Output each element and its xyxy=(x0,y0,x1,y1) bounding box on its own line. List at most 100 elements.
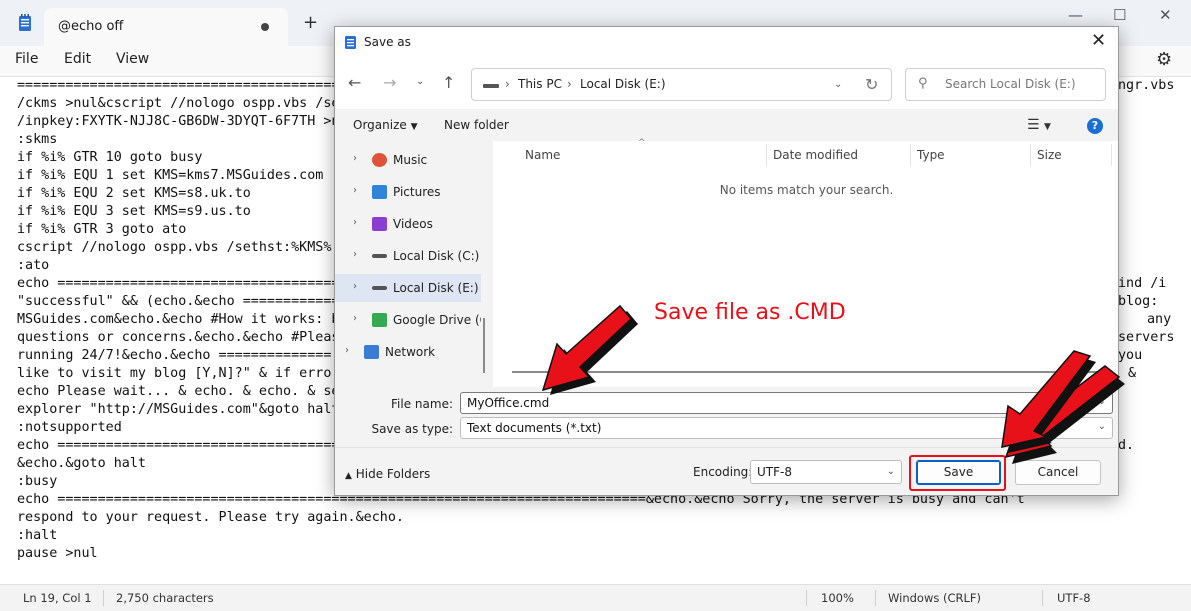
save-as-type-value: Text documents (*.txt) xyxy=(467,421,602,435)
unsaved-dot-icon[interactable] xyxy=(261,23,269,31)
nav-item[interactable]: › Google Drive (C xyxy=(335,306,481,334)
file-name-input[interactable]: MyOffice.cmd ⌄ xyxy=(460,392,1113,414)
status-encoding: UTF-8 xyxy=(1057,591,1091,605)
encoding-select[interactable]: UTF-8 ⌄ xyxy=(750,460,902,484)
dialog-close-icon[interactable]: ✕ xyxy=(1091,30,1106,51)
empty-folder-message: No items match your search. xyxy=(719,183,894,197)
back-arrow-icon[interactable]: ← xyxy=(348,73,361,92)
breadcrumb-this-pc[interactable]: This PC xyxy=(518,77,562,91)
close-window-icon[interactable]: ✕ xyxy=(1159,6,1172,24)
column-size[interactable]: Size xyxy=(1037,148,1062,162)
status-zoom: 100% xyxy=(821,591,854,605)
notepad-dialog-icon xyxy=(345,36,356,49)
chevron-right-icon[interactable]: › xyxy=(353,281,357,292)
breadcrumb-local-disk-e[interactable]: Local Disk (E:) xyxy=(580,77,666,91)
minimize-icon[interactable]: — xyxy=(1068,6,1083,24)
column-date-modified[interactable]: Date modified xyxy=(773,148,858,162)
drive-icon xyxy=(483,84,499,88)
maximize-icon[interactable]: ☐ xyxy=(1113,6,1126,24)
recent-locations-chevron-icon[interactable]: ⌄ xyxy=(416,76,424,87)
chevron-right-icon[interactable]: › xyxy=(353,185,357,196)
view-options-icon[interactable]: ☰ ▼ xyxy=(1027,117,1051,133)
organize-button[interactable]: Organize ▼ xyxy=(353,118,418,132)
chevron-right-icon[interactable]: › xyxy=(353,153,357,164)
dialog-navbar: ← → ⌄ ↑ › This PC › Local Disk (E:) ⌄ ↻ … xyxy=(335,57,1118,109)
encoding-value: UTF-8 xyxy=(757,465,792,479)
editor-line-fragment: any xyxy=(1147,312,1172,327)
nav-item[interactable]: › Videos xyxy=(335,210,481,238)
status-bar: Ln 19, Col 1 2,750 characters 100% Windo… xyxy=(0,584,1191,611)
search-box[interactable]: ⚲ Search Local Disk (E:) xyxy=(905,68,1106,101)
file-name-label: File name: xyxy=(391,397,453,411)
new-tab-plus-icon[interactable]: + xyxy=(303,14,318,32)
nav-item-label: Local Disk (C:) xyxy=(393,249,480,263)
forward-arrow-icon[interactable]: → xyxy=(383,73,396,92)
editor-line: pause >nul xyxy=(17,546,98,561)
save-as-type-label: Save as type: xyxy=(371,422,453,436)
save-as-dialog: Save as ✕ ← → ⌄ ↑ › This PC › Local Disk… xyxy=(334,26,1119,496)
status-divider xyxy=(103,590,104,606)
chevron-down-icon[interactable]: ⌄ xyxy=(1098,396,1106,407)
nav-item-label: Google Drive (C xyxy=(393,313,481,327)
save-as-type-select[interactable]: Text documents (*.txt) ⌄ xyxy=(460,417,1113,439)
menu-view[interactable]: View xyxy=(116,51,149,67)
help-icon[interactable]: ? xyxy=(1087,118,1103,134)
new-folder-button[interactable]: New folder xyxy=(444,118,509,132)
nav-item[interactable]: › Music xyxy=(335,146,481,174)
editor-line: /ckms >nul&cscript //nologo ospp.vbs /se xyxy=(17,96,340,111)
column-divider[interactable] xyxy=(910,144,911,166)
address-bar[interactable]: › This PC › Local Disk (E:) ⌄ ↻ xyxy=(471,68,892,101)
notepad-tab[interactable]: @echo off xyxy=(44,8,288,46)
chevron-right-icon[interactable]: › xyxy=(353,249,357,260)
status-line-ending: Windows (CRLF) xyxy=(888,591,982,605)
status-char-count: 2,750 characters xyxy=(116,591,214,605)
menu-file[interactable]: File xyxy=(15,51,38,67)
nav-item[interactable]: › Local Disk (E:) xyxy=(335,274,481,302)
editor-line-fragment: ind /i xyxy=(1118,276,1167,291)
status-divider xyxy=(1042,590,1043,606)
nav-item[interactable]: › Network xyxy=(335,338,481,366)
editor-line: :ato xyxy=(17,258,50,273)
editor-line: like to visit my blog [Y,N]?" & if erro xyxy=(17,366,332,381)
breadcrumb-separator-icon: › xyxy=(505,77,510,91)
nav-scrollbar[interactable] xyxy=(482,142,490,385)
chevron-down-icon[interactable]: ⌄ xyxy=(1098,421,1106,432)
nav-scroll-thumb[interactable] xyxy=(483,318,485,373)
chevron-down-icon: ⌄ xyxy=(886,466,895,477)
column-divider[interactable] xyxy=(766,144,767,166)
column-type[interactable]: Type xyxy=(917,148,945,162)
menu-edit[interactable]: Edit xyxy=(64,51,91,67)
nav-item[interactable]: › Local Disk (C:) xyxy=(335,242,481,270)
gear-icon[interactable]: ⚙ xyxy=(1156,49,1172,70)
hide-folders-button[interactable]: ▲ Hide Folders xyxy=(345,467,430,481)
horizontal-scrollbar[interactable] xyxy=(512,371,1110,373)
editor-line: "successful" && (echo.&echo ============ xyxy=(17,294,340,309)
chevron-down-icon: ▼ xyxy=(410,122,418,132)
editor-line: respond to your request. Please try agai… xyxy=(17,510,404,525)
editor-line: if %i% EQU 2 set KMS=s8.uk.to xyxy=(17,186,251,201)
column-divider[interactable] xyxy=(1030,144,1031,166)
refresh-icon[interactable]: ↻ xyxy=(865,75,878,94)
cancel-button[interactable]: Cancel xyxy=(1015,460,1101,485)
editor-line: ======================================== xyxy=(17,78,340,93)
editor-line-fragment: ngr.vbs xyxy=(1118,78,1175,93)
up-arrow-icon[interactable]: ↑ xyxy=(442,73,455,92)
videos-icon xyxy=(372,217,387,231)
editor-line: echo =================================== xyxy=(17,276,340,291)
column-divider[interactable] xyxy=(1111,144,1112,166)
chevron-up-icon: ▲ xyxy=(345,471,352,481)
annotation-text: Save file as .CMD xyxy=(654,300,846,325)
editor-line: echo Please wait... & echo. & echo. & se xyxy=(17,384,340,399)
chevron-right-icon[interactable]: › xyxy=(353,313,357,324)
chevron-right-icon[interactable]: › xyxy=(345,345,349,356)
address-dropdown-chevron-icon[interactable]: ⌄ xyxy=(834,79,842,90)
nav-item-label: Music xyxy=(393,153,428,167)
editor-line: if %i% EQU 3 set KMS=s9.us.to xyxy=(17,204,251,219)
chevron-right-icon[interactable]: › xyxy=(353,217,357,228)
organize-label: Organize xyxy=(353,118,407,132)
column-name[interactable]: Name xyxy=(525,148,560,162)
google-drive-icon xyxy=(372,313,387,327)
dialog-title: Save as xyxy=(364,35,411,49)
nav-item[interactable]: › Pictures xyxy=(335,178,481,206)
editor-line-fragment: d. xyxy=(1118,438,1135,453)
